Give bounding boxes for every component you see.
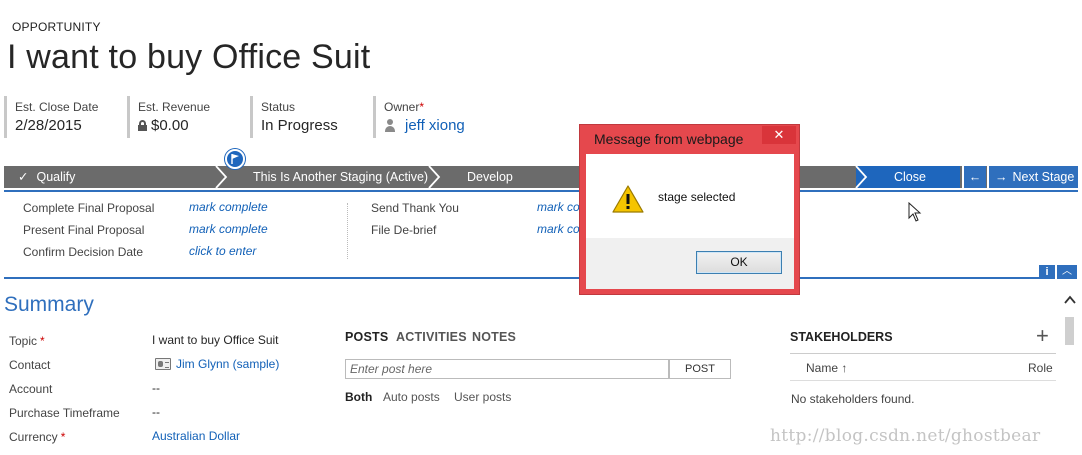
stage-another-staging[interactable]: This Is Another Staging (Active) bbox=[253, 166, 428, 188]
close-date-value[interactable]: 2/28/2015 bbox=[15, 117, 124, 134]
page-title: I want to buy Office Suit bbox=[7, 38, 371, 76]
step-column-divider bbox=[347, 203, 348, 259]
stage-qualify[interactable]: ✓ Qualify bbox=[18, 166, 75, 188]
next-stage-button[interactable]: → Next Stage bbox=[987, 166, 1078, 188]
status-value[interactable]: In Progress bbox=[261, 117, 370, 134]
filter-auto-posts[interactable]: Auto posts bbox=[383, 390, 440, 404]
ok-button[interactable]: OK bbox=[696, 251, 782, 274]
filter-user-posts[interactable]: User posts bbox=[454, 390, 511, 404]
owner-label: Owner* bbox=[384, 100, 425, 114]
tab-posts[interactable]: POSTS bbox=[345, 330, 388, 344]
revenue-label: Est. Revenue bbox=[138, 100, 211, 114]
mark-complete-link[interactable]: mark complete bbox=[189, 222, 268, 236]
required-marker: * bbox=[40, 334, 45, 348]
scrollbar[interactable] bbox=[1062, 313, 1076, 455]
entity-type-label: OPPORTUNITY bbox=[12, 20, 101, 34]
header-field-status[interactable]: Status In Progress bbox=[250, 96, 370, 138]
chevron-up-icon[interactable]: ︿ bbox=[1057, 265, 1077, 279]
topic-value[interactable]: I want to buy Office Suit bbox=[152, 333, 279, 347]
previous-stage-button[interactable]: ← bbox=[962, 166, 986, 188]
account-value[interactable]: -- bbox=[152, 381, 160, 395]
currency-link[interactable]: Australian Dollar bbox=[152, 429, 240, 443]
owner-link[interactable]: jeff xiong bbox=[405, 117, 465, 134]
column-header-name[interactable]: Name ↑ bbox=[806, 361, 847, 375]
post-input[interactable] bbox=[345, 359, 669, 379]
header-field-close-date[interactable]: Est. Close Date 2/28/2015 bbox=[4, 96, 124, 138]
account-label: Account bbox=[9, 382, 53, 396]
purchase-timeframe-value[interactable]: -- bbox=[152, 405, 160, 419]
tab-activities[interactable]: ACTIVITIES bbox=[396, 330, 467, 344]
stage-develop[interactable]: Develop bbox=[467, 166, 513, 188]
plus-icon[interactable]: + bbox=[1036, 325, 1049, 347]
filter-both[interactable]: Both bbox=[345, 390, 372, 404]
lock-icon bbox=[138, 120, 147, 131]
warning-icon bbox=[612, 185, 644, 213]
mark-complete-link[interactable]: mark complete bbox=[189, 200, 268, 214]
contact-card-icon bbox=[155, 358, 171, 370]
close-icon[interactable]: ✕ bbox=[762, 126, 796, 144]
step-label: File De-brief bbox=[371, 223, 437, 237]
arrow-right-icon: → bbox=[995, 170, 1008, 184]
currency-label: Currency * bbox=[9, 430, 66, 444]
contact-link[interactable]: Jim Glynn (sample) bbox=[176, 357, 279, 371]
stakeholders-title: STAKEHOLDERS bbox=[790, 330, 893, 344]
flag-icon[interactable] bbox=[225, 149, 245, 169]
header-field-revenue[interactable]: Est. Revenue $0.00 bbox=[127, 96, 247, 138]
process-bar-underline bbox=[4, 190, 1078, 192]
message-dialog: Message from webpage ✕ stage selected OK bbox=[579, 124, 800, 295]
stage-separator-chevron bbox=[855, 166, 868, 188]
step-label: Complete Final Proposal bbox=[23, 201, 155, 215]
step-label: Send Thank You bbox=[371, 201, 459, 215]
watermark: http://blog.csdn.net/ghostbear bbox=[770, 426, 1041, 446]
stage-qualify-label: Qualify bbox=[36, 170, 76, 184]
info-icon[interactable]: i bbox=[1039, 265, 1055, 279]
step-label: Confirm Decision Date bbox=[23, 245, 144, 259]
check-icon: ✓ bbox=[18, 170, 29, 184]
summary-section-title: Summary bbox=[4, 293, 94, 316]
revenue-value: $0.00 bbox=[151, 117, 189, 134]
revenue-field: $0.00 bbox=[138, 117, 247, 134]
stakeholders-header-divider bbox=[790, 380, 1056, 381]
status-label: Status bbox=[261, 100, 296, 114]
stage-separator-chevron bbox=[215, 166, 228, 188]
close-date-label: Est. Close Date bbox=[15, 100, 99, 114]
step-label: Present Final Proposal bbox=[23, 223, 145, 237]
stakeholders-divider bbox=[790, 353, 1056, 354]
required-marker: * bbox=[419, 100, 425, 114]
contact-label: Contact bbox=[9, 358, 51, 372]
dialog-message: stage selected bbox=[658, 190, 736, 204]
next-stage-label: Next Stage bbox=[1012, 170, 1075, 184]
contact-field[interactable]: Jim Glynn (sample) bbox=[155, 357, 279, 371]
purchase-timeframe-label: Purchase Timeframe bbox=[9, 406, 120, 420]
post-button[interactable]: POST bbox=[669, 359, 731, 379]
user-icon bbox=[384, 119, 396, 132]
tab-notes[interactable]: NOTES bbox=[472, 330, 516, 344]
column-header-role[interactable]: Role bbox=[1028, 361, 1053, 375]
stage-close[interactable]: Close bbox=[894, 166, 926, 188]
stage-separator-chevron bbox=[428, 166, 441, 188]
scroll-up-icon[interactable] bbox=[1063, 294, 1077, 306]
cursor-icon bbox=[908, 202, 922, 222]
required-marker: * bbox=[60, 430, 66, 444]
arrow-left-icon: ← bbox=[968, 170, 982, 184]
process-section-rule bbox=[4, 277, 1044, 279]
click-to-enter-link[interactable]: click to enter bbox=[189, 244, 256, 258]
header-field-owner[interactable]: Owner* jeff xiong bbox=[373, 96, 503, 138]
dialog-title: Message from webpage bbox=[594, 131, 744, 147]
process-bar: ✓ Qualify This Is Another Staging (Active… bbox=[4, 166, 1078, 192]
dialog-footer: OK bbox=[586, 238, 794, 289]
topic-label: Topic * bbox=[9, 334, 45, 348]
stakeholders-empty-message: No stakeholders found. bbox=[791, 392, 915, 406]
owner-field[interactable]: jeff xiong bbox=[384, 117, 503, 134]
scrollbar-thumb[interactable] bbox=[1065, 317, 1074, 345]
